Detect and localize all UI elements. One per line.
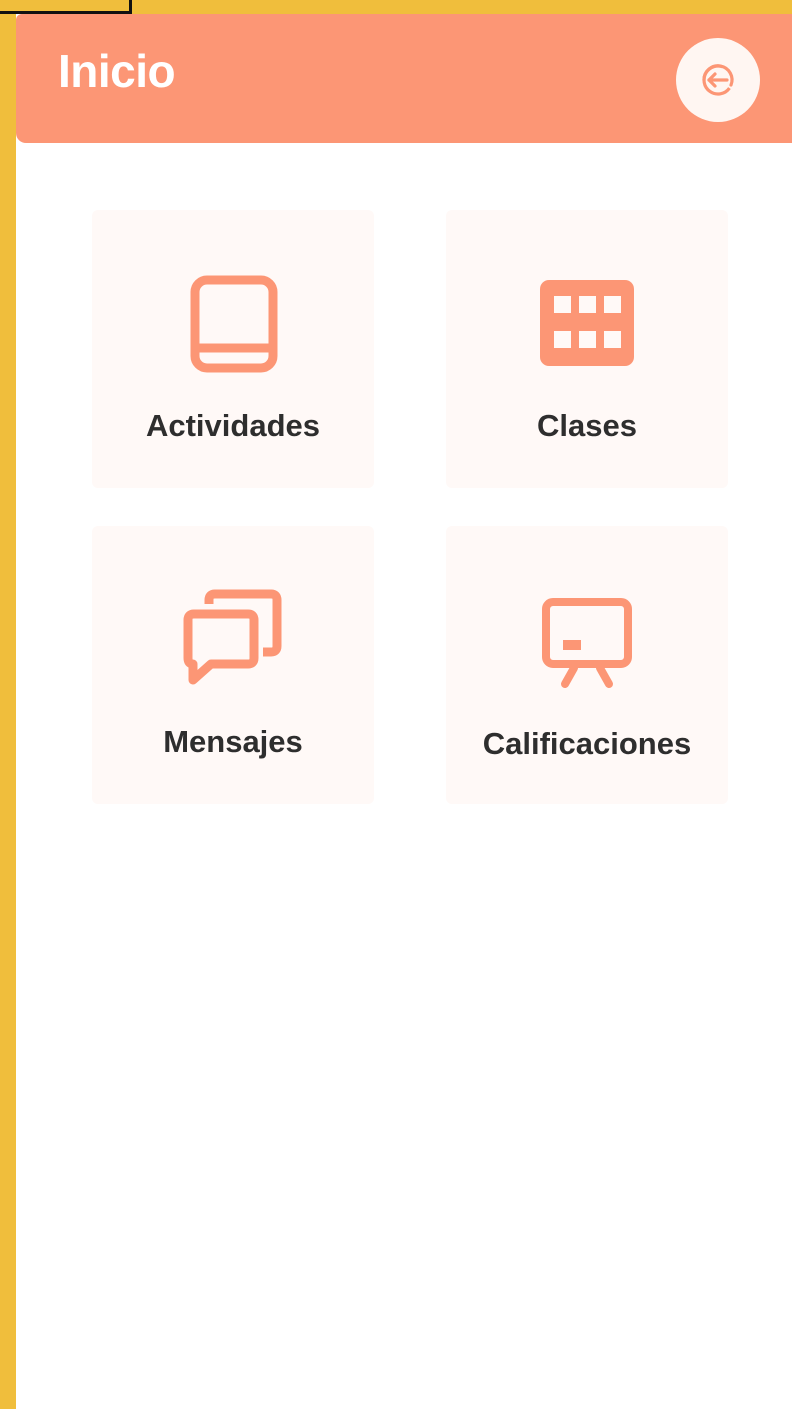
corner-frame bbox=[0, 0, 132, 14]
app-screen: Inicio Actividades Clases Mensajes Calif… bbox=[16, 14, 792, 1409]
tile-label: Actividades bbox=[145, 408, 320, 443]
tile-label: Mensajes bbox=[163, 724, 303, 759]
presentation-board-icon bbox=[542, 598, 632, 688]
tile-mensajes[interactable]: Mensajes bbox=[92, 526, 374, 804]
grid-icon bbox=[540, 280, 634, 366]
book-icon bbox=[190, 275, 278, 373]
tile-actividades[interactable]: Actividades bbox=[92, 210, 374, 488]
tile-clases[interactable]: Clases bbox=[446, 210, 728, 488]
page-title: Inicio bbox=[58, 45, 176, 97]
app-header: Inicio bbox=[16, 14, 792, 143]
tile-label: Clases bbox=[537, 408, 637, 443]
logout-button[interactable] bbox=[676, 38, 760, 122]
logout-icon bbox=[702, 64, 734, 96]
tile-label: Calificaciones bbox=[482, 726, 692, 761]
chat-bubbles-icon bbox=[183, 589, 282, 685]
tile-calificaciones[interactable]: Calificaciones bbox=[446, 526, 728, 804]
